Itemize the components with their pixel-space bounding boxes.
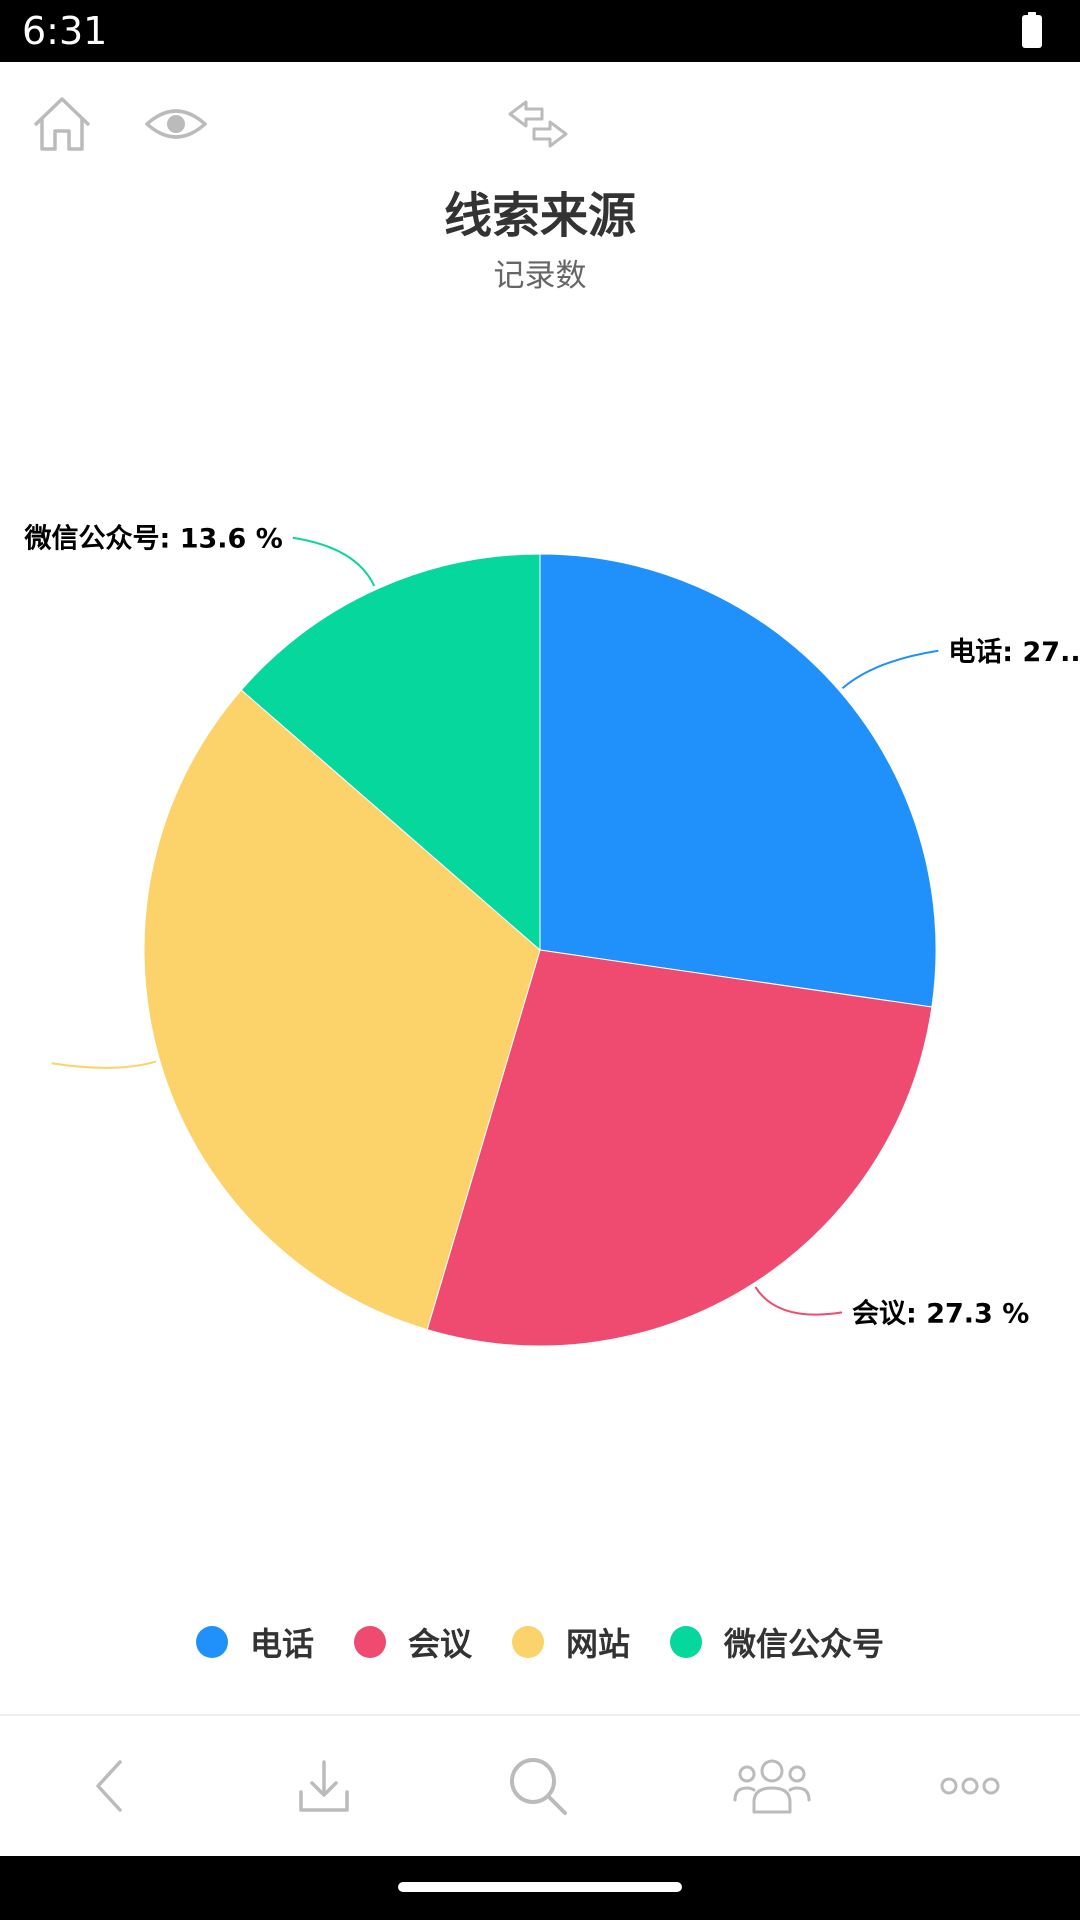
- back-button[interactable]: [62, 1738, 158, 1834]
- legend-label: 微信公众号: [724, 1625, 885, 1663]
- legend-dot: [353, 1626, 386, 1658]
- battery-icon: [1022, 12, 1042, 48]
- pie-data-label-0: 电话: 27....: [948, 637, 1080, 668]
- home-button[interactable]: [24, 86, 100, 162]
- app-screen: 6:31 线索来源 记录数 电话: 27.. 会议: 27.3 % 微信公众号:…: [0, 0, 1080, 1920]
- chart-legend: 电话 会议 网站 微信公众号: [0, 1612, 1080, 1672]
- search-button[interactable]: [490, 1738, 586, 1834]
- chart-area: 线索来源 记录数 电话: 27....会议: 27.3 %微信公众号: 13.6…: [0, 182, 1080, 1712]
- legend-item-phone[interactable]: 电话: [195, 1619, 314, 1665]
- legend-label: 电话: [249, 1625, 314, 1663]
- view-button[interactable]: [136, 90, 216, 158]
- navigation-bar: [0, 1856, 1080, 1920]
- more-icon: [940, 1777, 1000, 1795]
- legend-dot: [195, 1626, 228, 1658]
- top-toolbar: [0, 62, 1080, 182]
- download-button[interactable]: [276, 1738, 372, 1834]
- legend-dot: [512, 1626, 544, 1658]
- swap-arrows-icon: [508, 100, 568, 148]
- legend-label: 会议: [407, 1625, 472, 1663]
- users-icon: [733, 1759, 811, 1814]
- legend-item-wechat[interactable]: 微信公众号: [670, 1619, 884, 1665]
- pie-data-label-3: 微信公众号: 13.6 %: [24, 524, 283, 555]
- home-icon: [33, 97, 91, 151]
- pie-connector-2: [51, 1060, 157, 1069]
- users-button[interactable]: [724, 1738, 820, 1834]
- status-bar: 6:31: [0, 0, 1080, 62]
- switch-button[interactable]: [498, 88, 578, 160]
- more-button[interactable]: [922, 1738, 1018, 1834]
- status-time: 6:31: [22, 9, 108, 53]
- legend-label: 网站: [566, 1625, 631, 1663]
- eye-icon: [145, 109, 207, 139]
- home-indicator[interactable]: [398, 1882, 682, 1892]
- pie-chart: 电话: 27.... 会议: 27.3 % 微信公众号: 13.6 %: [24, 524, 1080, 1347]
- search-icon: [510, 1758, 567, 1815]
- pie-connector-1: [754, 1286, 843, 1316]
- legend-item-meeting[interactable]: 会议: [353, 1619, 472, 1665]
- pie-connector-3: [292, 536, 376, 587]
- legend-dot: [670, 1626, 703, 1658]
- bottom-toolbar: [0, 1714, 1080, 1858]
- pie-slice-0[interactable]: [539, 553, 937, 1008]
- legend-item-website[interactable]: 网站: [512, 1619, 630, 1665]
- pie-connector-0: [841, 649, 939, 690]
- download-icon: [299, 1760, 349, 1812]
- chevron-left-icon: [96, 1760, 122, 1812]
- pie-data-label-1: 会议: 27.3 %: [852, 1298, 1029, 1329]
